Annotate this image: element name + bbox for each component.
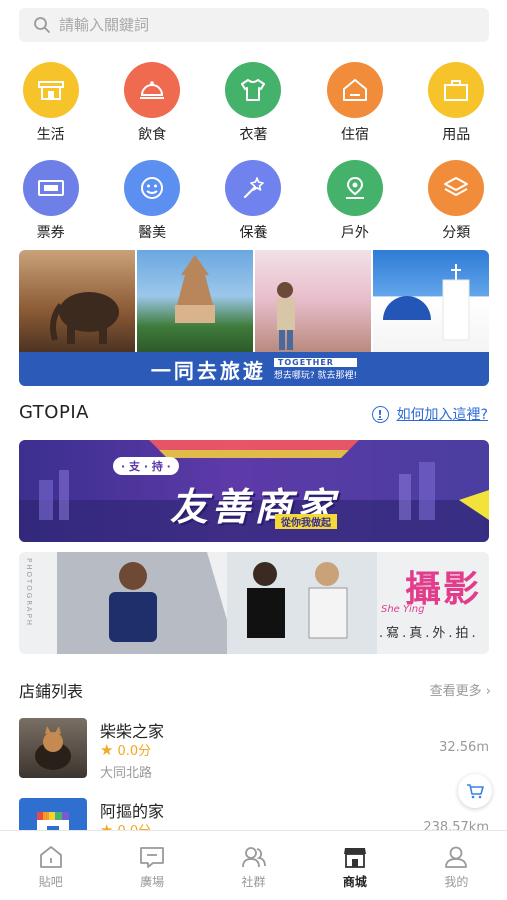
elephant-photo <box>19 250 135 352</box>
category-label: 戶外 <box>340 225 369 241</box>
category-label: 保養 <box>239 225 268 241</box>
pagoda-photo <box>137 250 253 352</box>
join-link-label: 如何加入這裡? <box>396 407 488 423</box>
smiley-icon <box>124 160 181 216</box>
category-grid: 生活 飲食 衣著 住宿 用品 票券 醫美 保養 戶外 分類 <box>0 62 507 242</box>
photography-vertical-text: PHOTOGRAPH <box>25 558 33 628</box>
search-bar[interactable] <box>19 8 489 42</box>
tab-profile[interactable]: 我的 <box>406 831 507 900</box>
friendly-merchant-banner[interactable]: · 支 · 持 · 友善商家 從你我做起 <box>19 440 489 542</box>
bottom-tab-bar: 貼吧 廣場 社群 商城 我的 <box>0 830 507 900</box>
travel-banner-caption: 一同去旅遊 TOGETHER 想去哪玩? 就去那裡! <box>19 352 489 386</box>
photography-subtitle: .寫.真.外.拍. <box>379 626 479 641</box>
models-photo <box>57 552 377 654</box>
cherry-blossom-photo <box>255 250 371 352</box>
cart-icon <box>467 784 484 799</box>
category-beauty[interactable]: 醫美 <box>101 160 202 242</box>
store-rating: ★ 0.0分 <box>100 740 152 760</box>
photography-banner[interactable]: PHOTOGRAPH 攝影 She Ying .寫.真.外.拍. <box>19 552 489 654</box>
shop-icon <box>343 848 366 868</box>
chat-icon <box>140 847 165 868</box>
category-care[interactable]: 保養 <box>203 160 304 242</box>
category-label: 醫美 <box>138 225 167 241</box>
merchant-banner-title: 友善商家 <box>169 484 338 529</box>
travel-banner-title: 一同去旅遊 <box>150 358 266 383</box>
star-icon: ★ <box>100 740 114 759</box>
tab-label: 我的 <box>444 875 469 889</box>
dining-cloche-icon <box>124 62 181 118</box>
category-label: 衣著 <box>239 127 268 143</box>
store-name: 柴柴之家 <box>100 722 165 741</box>
category-all[interactable]: 分類 <box>406 160 507 242</box>
tab-label: 廣場 <box>140 875 165 889</box>
travel-banner[interactable]: 一同去旅遊 TOGETHER 想去哪玩? 就去那裡! <box>19 250 489 386</box>
store-list-title: 店鋪列表 <box>19 682 84 701</box>
category-label: 票券 <box>36 225 65 241</box>
merchant-banner-subtitle: 從你我做起 <box>275 514 337 529</box>
santorini-photo <box>373 250 489 352</box>
category-goods[interactable]: 用品 <box>406 62 507 144</box>
photography-en-title: She Ying <box>381 604 425 615</box>
bag-icon <box>428 62 485 118</box>
store-name: 阿摳的家 <box>100 802 165 821</box>
category-outdoor[interactable]: 戶外 <box>304 160 405 242</box>
category-food[interactable]: 飲食 <box>101 62 202 144</box>
house-icon <box>326 62 383 118</box>
view-more-link[interactable]: 查看更多 › <box>430 680 491 699</box>
profile-icon <box>445 846 468 868</box>
join-link[interactable]: ! 如何加入這裡? <box>371 404 488 424</box>
info-icon: ! <box>371 405 389 423</box>
cart-button[interactable] <box>458 774 492 808</box>
category-label: 生活 <box>36 127 65 143</box>
storefront-icon <box>22 62 79 118</box>
travel-banner-tag: TOGETHER <box>273 357 358 367</box>
tab-shop[interactable]: 商城 <box>304 831 405 900</box>
mall-page: 生活 飲食 衣著 住宿 用品 <box>0 0 507 900</box>
layers-icon <box>428 160 485 216</box>
travel-banner-side: TOGETHER 想去哪玩? 就去那裡! <box>273 357 358 381</box>
category-tickets[interactable]: 票券 <box>0 160 101 242</box>
merchant-banner-tag: · 支 · 持 · <box>113 457 179 475</box>
community-icon <box>241 847 266 868</box>
store-item[interactable]: 柴柴之家 ★ 0.0分 大同北路 32.56m <box>19 718 489 782</box>
category-label: 飲食 <box>138 127 167 143</box>
section-title: GTOPIA <box>19 402 89 423</box>
category-label: 分類 <box>442 225 471 241</box>
store-thumbnail <box>19 718 87 778</box>
location-pin-icon <box>326 160 383 216</box>
tab-square[interactable]: 廣場 <box>101 831 202 900</box>
category-life[interactable]: 生活 <box>0 62 101 144</box>
home-icon <box>39 846 62 868</box>
shirt-icon <box>225 62 282 118</box>
tab-label: 商城 <box>342 875 367 889</box>
category-lodging[interactable]: 住宿 <box>304 62 405 144</box>
search-input[interactable] <box>59 16 459 34</box>
tab-label: 社群 <box>241 875 266 889</box>
store-rating-value: 0.0分 <box>117 744 152 759</box>
travel-banner-subtitle: 想去哪玩? 就去那裡! <box>273 370 358 381</box>
tab-community[interactable]: 社群 <box>203 831 304 900</box>
category-label: 住宿 <box>340 127 369 143</box>
wand-icon <box>225 160 282 216</box>
category-label: 用品 <box>442 127 471 143</box>
store-address: 大同北路 <box>100 766 153 781</box>
store-distance: 32.56m <box>439 740 489 755</box>
tab-label: 貼吧 <box>38 875 63 889</box>
search-icon <box>34 17 50 33</box>
ticket-icon <box>22 160 79 216</box>
category-clothing[interactable]: 衣著 <box>203 62 304 144</box>
tab-forum[interactable]: 貼吧 <box>0 831 101 900</box>
